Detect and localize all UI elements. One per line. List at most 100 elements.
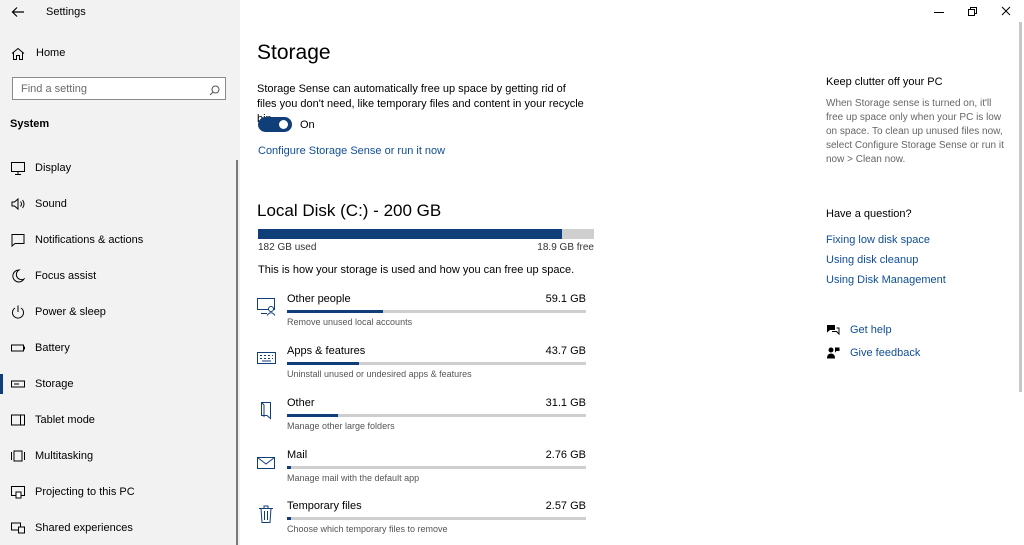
page-title: Storage <box>257 41 331 64</box>
home-icon <box>10 46 26 62</box>
sidebar-item-projecting[interactable]: Projecting to this PC <box>0 474 240 510</box>
category-name: Apps & features <box>287 345 366 357</box>
keyboard-icon <box>256 347 278 369</box>
disk-title: Local Disk (C:) - 200 GB <box>257 201 442 220</box>
main-scrollbar[interactable] <box>1019 22 1022 392</box>
sidebar-item-label: Focus assist <box>35 270 97 282</box>
active-indicator <box>0 374 3 394</box>
clutter-heading: Keep clutter off your PC <box>826 76 943 88</box>
minimize-icon[interactable] <box>922 2 956 22</box>
category-size: 43.7 GB <box>545 345 586 357</box>
search-box[interactable] <box>12 77 226 100</box>
sidebar-item-battery[interactable]: Battery <box>0 330 240 366</box>
sidebar-item-label: Home <box>36 47 66 59</box>
sidebar-item-label: Tablet mode <box>35 414 95 426</box>
sidebar-item-label: Shared experiences <box>35 522 133 534</box>
power-icon <box>10 304 26 320</box>
disk-free-label: 18.9 GB free <box>537 242 594 253</box>
category-usage-bar <box>287 362 586 365</box>
mail-icon <box>256 451 278 473</box>
sidebar-item-sound[interactable]: Sound <box>0 186 240 222</box>
get-help-label: Get help <box>850 324 892 336</box>
link-using-disk-management[interactable]: Using Disk Management <box>826 274 946 286</box>
disk-used-label: 182 GB used <box>258 242 317 253</box>
category-apps-features[interactable]: Apps & features 43.7 GB Uninstall unused… <box>256 345 596 389</box>
section-label: System <box>10 118 50 130</box>
clutter-description: When Storage sense is turned on, it'll f… <box>826 98 1004 165</box>
category-usage-bar <box>287 414 586 417</box>
category-subtitle: Manage mail with the default app <box>287 473 420 483</box>
feedback-icon <box>826 346 840 360</box>
category-usage-fill <box>287 414 338 417</box>
category-temporary-files[interactable]: Temporary files 2.57 GB Choose which tem… <box>256 500 596 544</box>
search-input[interactable] <box>13 78 203 99</box>
restore-icon[interactable] <box>955 2 989 22</box>
give-feedback-label: Give feedback <box>850 347 921 359</box>
tablet-icon <box>10 412 26 428</box>
category-usage-fill <box>287 362 359 365</box>
sidebar-scrollbar[interactable] <box>236 160 238 545</box>
category-size: 31.1 GB <box>545 397 586 409</box>
toggle-state-label: On <box>300 119 315 131</box>
search-icon[interactable] <box>209 83 220 96</box>
link-fixing-low-disk-space[interactable]: Fixing low disk space <box>826 234 930 246</box>
shared-icon <box>10 520 26 536</box>
link-using-disk-cleanup[interactable]: Using disk cleanup <box>826 254 918 266</box>
sidebar-item-label: Multitasking <box>35 450 94 462</box>
category-subtitle: Choose which temporary files to remove <box>287 524 448 534</box>
document-icon <box>256 399 278 421</box>
category-usage-fill <box>287 517 292 520</box>
back-arrow-icon[interactable] <box>10 4 26 20</box>
sidebar-item-display[interactable]: Display <box>0 150 240 186</box>
projecting-icon <box>10 484 26 500</box>
category-usage-bar <box>287 466 586 469</box>
storage-icon <box>10 376 26 392</box>
category-other-people[interactable]: Other people 59.1 GB Remove unused local… <box>256 293 596 337</box>
sidebar-item-label: Projecting to this PC <box>35 486 135 498</box>
sidebar-item-home[interactable]: Home <box>0 42 240 66</box>
close-icon[interactable] <box>989 2 1023 22</box>
toggle-knob <box>279 120 288 129</box>
display-icon <box>10 160 26 176</box>
sidebar-item-tablet-mode[interactable]: Tablet mode <box>0 402 240 438</box>
category-size: 59.1 GB <box>545 293 586 305</box>
sidebar-item-label: Battery <box>35 342 70 354</box>
category-subtitle: Manage other large folders <box>287 421 395 431</box>
category-subtitle: Uninstall unused or undesired apps & fea… <box>287 369 472 379</box>
category-subtitle: Remove unused local accounts <box>287 317 413 327</box>
user-icon <box>256 295 278 317</box>
sidebar-item-shared-experiences[interactable]: Shared experiences <box>0 510 240 545</box>
disk-usage-fill <box>258 229 563 239</box>
sidebar-item-label: Power & sleep <box>35 306 106 318</box>
disk-usage-bar <box>258 229 594 239</box>
category-size: 2.57 GB <box>545 500 586 512</box>
sidebar-item-storage[interactable]: Storage <box>0 366 240 402</box>
trash-icon <box>256 502 278 524</box>
sidebar-item-notifications[interactable]: Notifications & actions <box>0 222 240 258</box>
sidebar-item-label: Display <box>35 162 72 174</box>
category-size: 2.76 GB <box>545 449 586 461</box>
category-usage-bar <box>287 310 586 313</box>
category-usage-fill <box>287 310 383 313</box>
moon-icon <box>10 268 26 284</box>
sidebar-item-label: Notifications & actions <box>35 234 144 246</box>
sidebar-item-power[interactable]: Power & sleep <box>0 294 240 330</box>
sidebar-item-label: Sound <box>35 198 67 210</box>
sidebar-item-multitasking[interactable]: Multitasking <box>0 438 240 474</box>
storage-sense-toggle[interactable] <box>258 117 292 132</box>
category-usage-fill <box>287 466 292 469</box>
configure-storage-sense-link[interactable]: Configure Storage Sense or run it now <box>258 145 445 157</box>
category-other[interactable]: Other 31.1 GB Manage other large folders <box>256 397 596 441</box>
multitasking-icon <box>10 448 26 464</box>
battery-icon <box>10 340 26 356</box>
sidebar: Settings Home System Display Sound Notif… <box>0 0 240 545</box>
category-name: Other <box>287 397 315 409</box>
category-mail[interactable]: Mail 2.76 GB Manage mail with the defaul… <box>256 449 596 493</box>
category-name: Other people <box>287 293 351 305</box>
question-heading: Have a question? <box>826 208 912 220</box>
app-title: Settings <box>46 6 86 18</box>
category-name: Temporary files <box>287 500 362 512</box>
sidebar-item-focus-assist[interactable]: Focus assist <box>0 258 240 294</box>
notifications-icon <box>10 232 26 248</box>
sound-icon <box>10 196 26 212</box>
